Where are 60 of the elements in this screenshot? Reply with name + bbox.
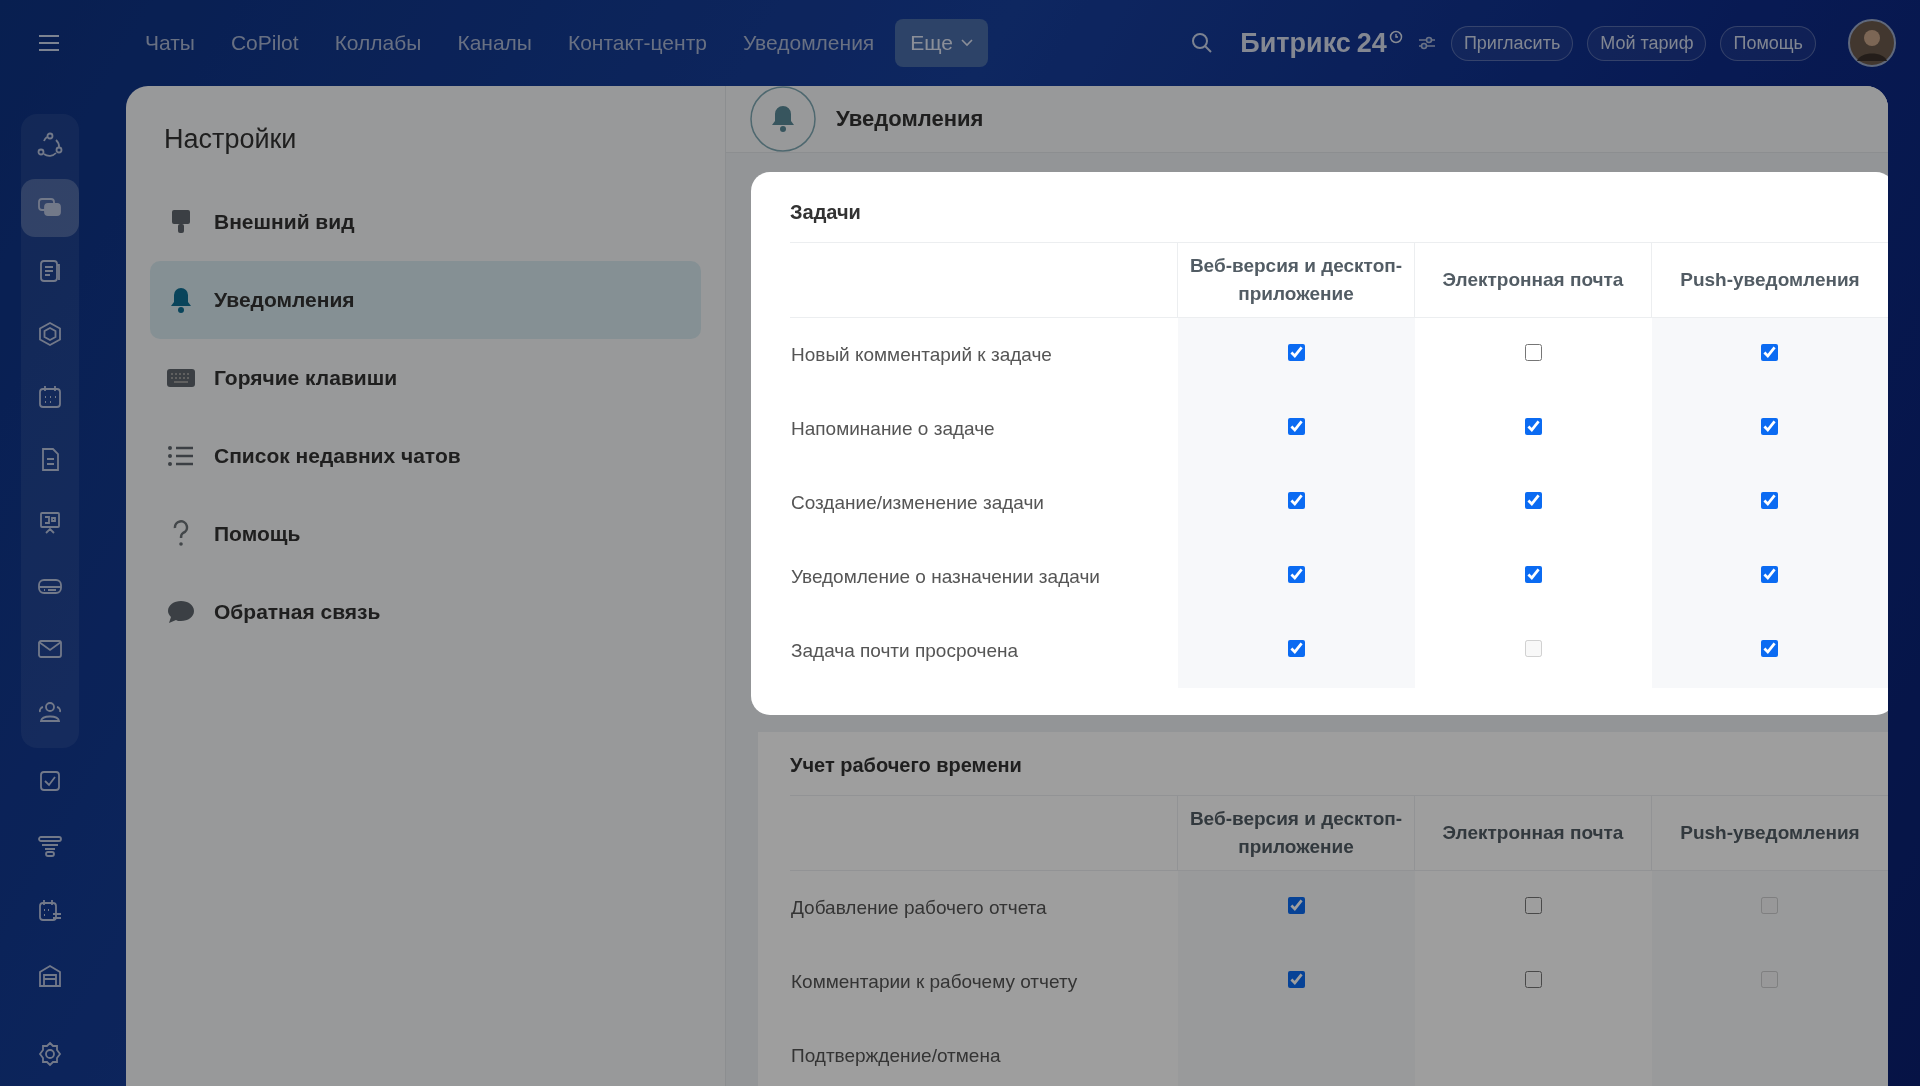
speech-bubble-icon	[166, 599, 196, 625]
checkbox[interactable]	[1287, 971, 1305, 988]
clock-icon	[1388, 29, 1403, 44]
checkbox[interactable]	[1287, 492, 1305, 509]
nav-tab[interactable]: Еще	[895, 19, 988, 67]
column-header: Электронная почта	[1442, 269, 1624, 291]
checkbox[interactable]	[1287, 344, 1305, 361]
checkbox[interactable]	[1761, 344, 1779, 361]
avatar[interactable]	[1848, 19, 1896, 67]
nav-tab[interactable]: Коллабы	[319, 19, 437, 67]
nav-tab[interactable]: Уведомления	[727, 19, 890, 67]
checkbox[interactable]	[1524, 492, 1542, 509]
row-label: Подтверждение/отмена	[791, 1045, 1001, 1066]
settings-menu-item[interactable]: Помощь	[150, 495, 701, 573]
checkbox[interactable]	[1287, 566, 1305, 583]
nav-tab[interactable]: CoPilot	[215, 19, 314, 67]
checkbox[interactable]	[1761, 418, 1779, 435]
checkbox[interactable]	[1761, 640, 1779, 657]
checkbox[interactable]	[1524, 344, 1542, 361]
bell-icon	[750, 86, 816, 152]
column-header: Веб-версия и десктоп-приложение	[1189, 255, 1403, 304]
row-label: Уведомление о назначении задачи	[791, 566, 1100, 587]
checkbox[interactable]	[1761, 492, 1779, 509]
logo-number: 24	[1356, 27, 1387, 59]
settings-menu-item[interactable]: Горячие клавиши	[150, 339, 701, 417]
row-label: Задача почти просрочена	[791, 640, 1019, 661]
section-title: Задачи	[790, 201, 862, 224]
logo-text: Битрикс	[1240, 27, 1351, 59]
checkbox[interactable]	[1524, 418, 1542, 435]
checkbox[interactable]	[1524, 566, 1542, 583]
keyboard-icon	[166, 367, 196, 389]
column-header: Электронная почта	[1442, 822, 1624, 844]
column-header: Push-уведомления	[1680, 822, 1860, 844]
content-title: Уведомления	[836, 106, 984, 132]
row-label: Новый комментарий к задаче	[791, 344, 1052, 365]
row-label: Добавление рабочего отчета	[791, 897, 1047, 918]
checkbox[interactable]	[1287, 418, 1305, 435]
checkbox[interactable]	[1524, 971, 1542, 988]
nav-tab[interactable]: Контакт-центр	[552, 19, 722, 67]
checkbox[interactable]	[1761, 566, 1779, 583]
checkbox[interactable]	[1287, 640, 1305, 657]
menu-icon[interactable]	[38, 35, 60, 51]
settings-menu-item[interactable]: Уведомления	[150, 261, 701, 339]
nav-tab[interactable]: Чаты	[130, 19, 210, 67]
settings-menu-item[interactable]: Внешний вид	[150, 183, 701, 261]
section-title: Учет рабочего времени	[790, 754, 1023, 777]
row-label: Комментарии к рабочему отчету	[791, 971, 1078, 992]
column-header: Push-уведомления	[1680, 269, 1860, 291]
caret-icon	[961, 39, 973, 47]
nav-tab[interactable]: Каналы	[442, 19, 547, 67]
settings-title: Настройки	[164, 124, 298, 155]
settings-menu-item[interactable]: Список недавних чатов	[150, 417, 701, 495]
settings-menu-item[interactable]: Обратная связь	[150, 573, 701, 651]
sliders-icon[interactable]	[1416, 34, 1437, 52]
row-label: Напоминание о задаче	[791, 418, 995, 439]
checkbox[interactable]	[1287, 897, 1305, 914]
column-header: Веб-версия и десктоп-приложение	[1189, 808, 1403, 857]
row-label: Создание/изменение задачи	[791, 492, 1044, 513]
list-icon	[166, 444, 196, 468]
checkbox[interactable]	[1524, 897, 1542, 914]
